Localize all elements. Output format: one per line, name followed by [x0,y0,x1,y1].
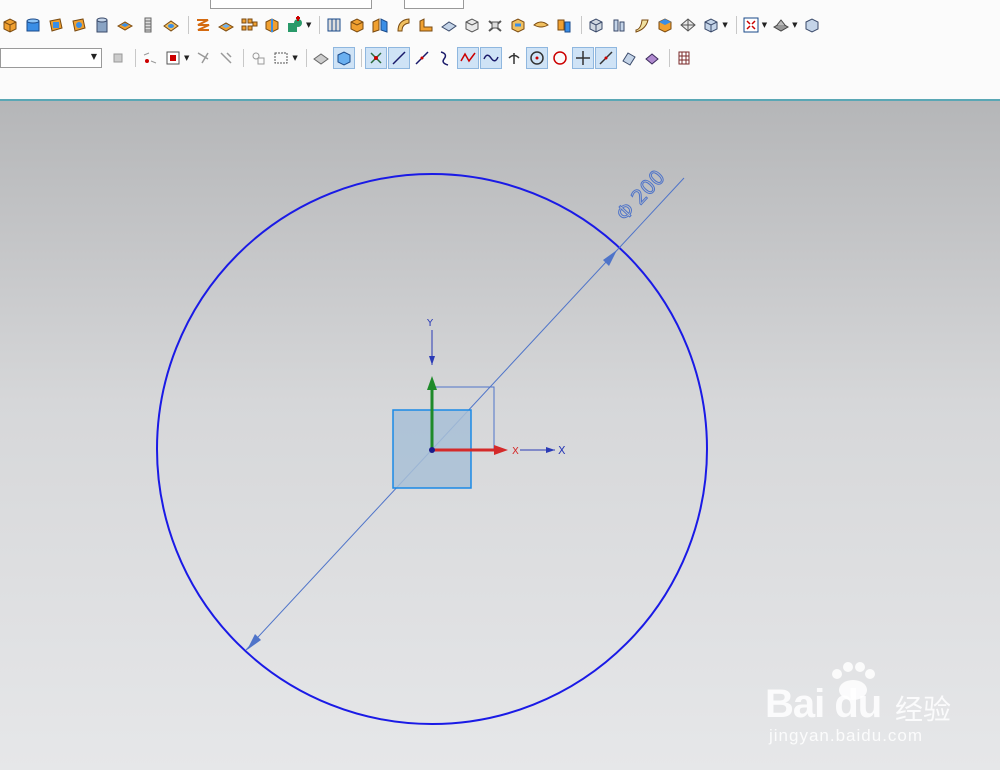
wcs-y-arrow [429,356,435,365]
fit-icon[interactable] [741,15,761,35]
snap-spline-icon[interactable] [456,47,479,69]
separator [188,16,189,34]
tube-icon[interactable] [92,15,112,35]
chevron-down-icon[interactable]: ▼ [306,21,311,29]
mirror-icon[interactable] [370,15,390,35]
separator [243,49,245,67]
feature-icon[interactable] [262,15,282,35]
top-combo-2[interactable] [404,0,464,9]
separator [735,16,737,34]
move-icon[interactable] [193,48,213,68]
cylinder-icon[interactable] [23,15,43,35]
chevron-down-icon[interactable]: ▼ [722,21,727,29]
diameter-dimension[interactable]: Φ 200 [245,164,685,651]
snap-point-icon[interactable] [108,48,128,68]
chevron-down-icon[interactable]: ▼ [762,21,767,29]
snap-quadrant-icon[interactable] [550,48,570,68]
trim-icon[interactable] [554,15,574,35]
toolbar-row-snap: ▼ ▼ ▼ [0,46,1000,70]
snap-center-icon[interactable] [525,47,548,69]
surface-icon[interactable] [439,15,459,35]
watermark: Bai du 经验 jingyan.baidu.com [765,660,965,750]
snap-point-on-icon[interactable] [594,47,617,69]
view-cube-icon[interactable] [802,15,822,35]
blend-icon[interactable] [586,15,606,35]
datum-plane-icon[interactable] [193,15,213,35]
toolbar-area: ▼ ▼ ▼ ▼ ▼ ▼ ▼ [0,0,1000,100]
separator [135,49,136,67]
offset-icon[interactable] [508,15,528,35]
thread-icon[interactable] [138,15,158,35]
separator [668,49,670,67]
shade-icon[interactable] [655,15,675,35]
chevron-down-icon[interactable]: ▼ [792,21,797,29]
grid-icon[interactable] [674,48,694,68]
rectangle-select-icon[interactable] [271,48,291,68]
hole-icon[interactable] [161,15,181,35]
origin-point[interactable] [429,447,435,453]
flange-icon[interactable] [416,15,436,35]
snap-bounded-icon[interactable] [642,48,662,68]
wcs-x-arrow [546,447,555,453]
sheet-icon[interactable] [632,15,652,35]
wcs-x-label: X [558,444,566,457]
move-icon-2[interactable] [216,48,236,68]
box-icon[interactable] [347,15,367,35]
snap-wave-icon[interactable] [479,47,502,69]
toolbar-row-top [0,0,1000,9]
graphics-viewport[interactable]: Φ 200 Y X X Bai du 经验 jingyan.baidu.com [0,101,1000,770]
select-icon[interactable] [163,48,183,68]
snap-line2-icon[interactable] [412,48,432,68]
chevron-down-icon[interactable]: ▼ [184,54,189,62]
cone-icon[interactable] [46,15,66,35]
sweep-icon[interactable] [393,15,413,35]
separator [319,16,321,34]
snap-curve-icon[interactable] [435,48,455,68]
view-solid-icon[interactable] [311,48,331,68]
bend-icon[interactable] [485,15,505,35]
separator [360,49,362,67]
view-cylinder-icon[interactable] [609,15,629,35]
snap-end-icon[interactable] [364,47,387,69]
wcs-y-label: Y [426,318,434,329]
snap-perp-icon[interactable] [504,48,524,68]
chevron-down-icon[interactable]: ▼ [292,54,297,62]
render-icon[interactable] [771,15,791,35]
extrude-icon[interactable] [115,15,135,35]
selection-box-icon[interactable] [248,48,268,68]
snap-intersect-icon[interactable] [571,47,594,69]
block-icon[interactable] [0,15,20,35]
select-filter-icon[interactable] [140,48,160,68]
x-axis-label: X [512,446,519,457]
top-combo[interactable] [210,0,372,9]
y-axis-arrow [427,376,437,390]
view-wire-icon[interactable] [332,47,355,69]
draft-icon[interactable] [531,15,551,35]
dimension-label: Φ 200 [611,165,670,225]
selection-filter-combo[interactable]: ▼ [0,48,102,68]
edge-icon[interactable] [678,15,698,35]
chevron-down-icon[interactable]: ▼ [91,52,97,61]
snap-face-icon[interactable] [619,48,639,68]
toolbar-row-features: ▼ ▼ ▼ ▼ [0,13,1000,37]
watermark-brand: Bai du [765,682,882,726]
watermark-url: jingyan.baidu.com [769,726,924,745]
separator [581,16,583,34]
cabinet-icon[interactable] [324,15,344,35]
watermark-cn: 经验 [895,693,952,726]
orient-icon[interactable] [701,15,721,35]
pattern-icon[interactable] [216,15,236,35]
separator [305,49,307,67]
x-axis-arrow [494,445,508,455]
boolean-icon[interactable] [285,15,305,35]
sphere-icon[interactable] [69,15,89,35]
chamfer-icon[interactable] [462,15,482,35]
snap-line-icon[interactable] [387,47,410,69]
array-icon[interactable] [239,15,259,35]
